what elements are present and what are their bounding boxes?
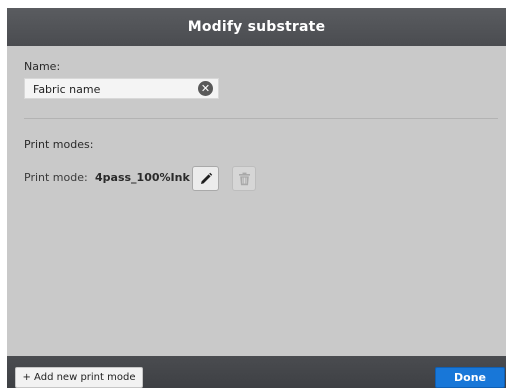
name-value: Fabric name (33, 83, 101, 96)
dialog-content: Name: Fabric name ✕ Print modes: Print m… (7, 46, 506, 356)
print-mode-value: 4pass_100%Ink (95, 171, 190, 184)
modify-substrate-dialog: Modify substrate Name: Fabric name ✕ Pri… (7, 8, 506, 388)
print-modes-label: Print modes: (24, 138, 94, 151)
pencil-icon (200, 172, 212, 184)
delete-print-mode-button[interactable] (232, 166, 256, 191)
done-button[interactable]: Done (435, 367, 505, 388)
print-mode-prefix: Print mode: (24, 171, 88, 184)
edit-print-mode-button[interactable] (192, 166, 219, 191)
name-label: Name: (24, 60, 61, 73)
add-print-mode-button[interactable]: + Add new print mode (15, 367, 143, 388)
clear-icon[interactable]: ✕ (198, 81, 213, 96)
dialog-title: Modify substrate (7, 8, 506, 46)
trash-icon (238, 172, 250, 185)
section-divider (24, 118, 498, 119)
name-input[interactable]: Fabric name ✕ (24, 78, 219, 99)
dialog-footer: + Add new print mode Done (7, 356, 506, 388)
print-mode-row: Print mode: 4pass_100%Ink (24, 166, 324, 191)
